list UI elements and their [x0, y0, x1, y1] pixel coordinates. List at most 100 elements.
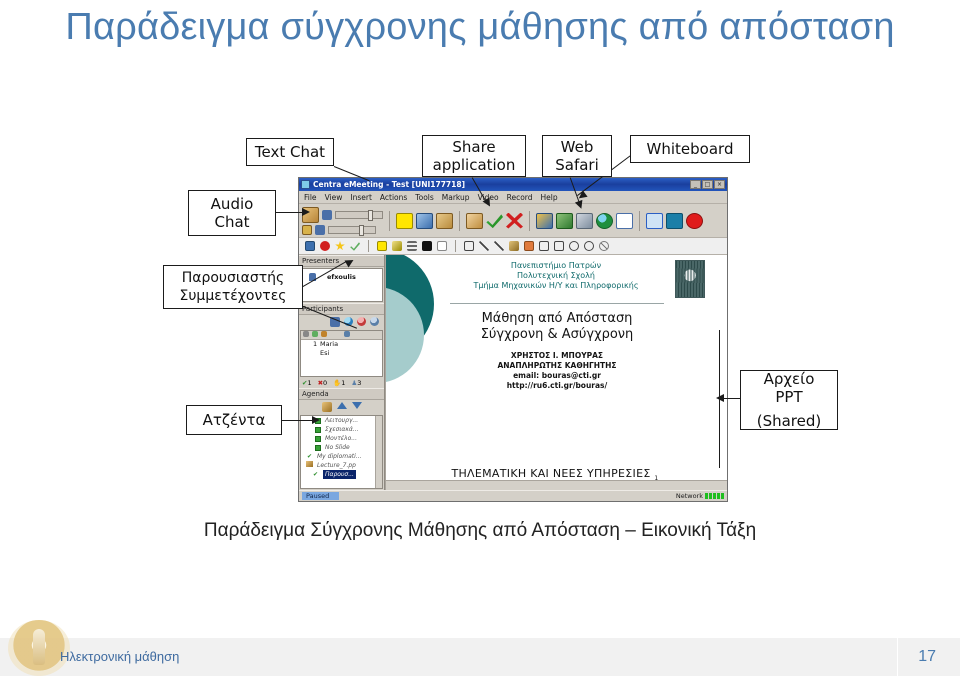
mic-volume-slider[interactable]	[328, 224, 376, 236]
markup-toolbar[interactable]	[299, 238, 727, 255]
checkmark-icon[interactable]	[350, 242, 360, 251]
slide-heading: Μάθηση από Απόσταση Σύγχρονη & Ασύγχρονη	[450, 311, 664, 343]
agenda-item-3[interactable]: Μοντέλο...	[301, 434, 382, 443]
callout-ppt-line-1: Αρχείο	[763, 370, 815, 388]
save-icon[interactable]	[305, 241, 315, 251]
speaker-volume-slider[interactable]	[335, 209, 383, 221]
agenda-move-up-icon[interactable]	[336, 402, 347, 409]
app-share-2-icon[interactable]	[576, 212, 593, 229]
participant-hand-icon[interactable]	[357, 317, 366, 326]
application-share-icon[interactable]	[536, 212, 553, 229]
window-body: Presenters efxoulis Participants 1 Maria…	[299, 255, 727, 490]
video-icon[interactable]	[646, 212, 663, 229]
pencil-tool-icon[interactable]	[509, 241, 519, 251]
highlight-icon[interactable]	[377, 241, 387, 251]
pause-icon[interactable]	[666, 212, 683, 229]
share-application-icon[interactable]	[556, 212, 573, 229]
agenda-list[interactable]: Λειτουργ... Σχεσιακά... Μοντέλο... No Sl…	[300, 415, 383, 489]
presenters-list[interactable]: efxoulis	[300, 268, 383, 302]
callout-audio-chat-line-1: Audio	[210, 195, 254, 213]
fill-white-icon[interactable]	[437, 241, 447, 251]
line-style-icon[interactable]	[407, 241, 417, 251]
raise-hand-icon[interactable]	[396, 212, 413, 229]
whiteboard-icon[interactable]	[616, 212, 633, 229]
agenda-item-2[interactable]: Σχεσιακά...	[301, 425, 382, 434]
circle-tool-icon[interactable]	[584, 241, 594, 251]
speaker-icon[interactable]	[322, 209, 332, 220]
menu-item-file[interactable]: File	[304, 193, 317, 202]
share-screen-icon[interactable]	[416, 212, 433, 229]
participant-row-2[interactable]: Esi	[301, 349, 382, 358]
maximize-icon[interactable]: □	[702, 180, 713, 189]
author-url: http://ru6.cti.gr/bouras/	[506, 381, 608, 390]
rectangle-filled-icon[interactable]	[539, 241, 549, 251]
window-controls[interactable]: _ □ ×	[690, 180, 725, 189]
menu-item-markup[interactable]: Markup	[442, 193, 470, 202]
status-counts: ✔1 ✖0 ✋1 ♟3	[299, 378, 384, 388]
star-icon[interactable]	[335, 241, 345, 251]
no-entry-icon[interactable]	[599, 241, 609, 251]
participants-list[interactable]: 1 Maria Esi	[300, 330, 383, 377]
menu-item-view[interactable]: View	[325, 193, 343, 202]
author-title: ΑΝΑΠΛΗΡΩΤΗΣ ΚΑΘΗΓΗΤΗΣ	[497, 361, 617, 370]
menu-item-help[interactable]: Help	[541, 193, 558, 202]
agenda-item-7[interactable]: ✔ Παρουσ...	[301, 470, 382, 479]
menu-item-tools[interactable]: Tools	[415, 193, 433, 202]
markup-separator-2	[455, 240, 456, 252]
callout-text-chat: Text Chat	[246, 138, 334, 166]
page-title: Παράδειγμα σύγχρονης μάθησης από απόστασ…	[65, 6, 895, 48]
status-state: Paused	[302, 492, 340, 500]
centra-emeeting-window[interactable]: Centra eMeeting - Test [UNI177718] _ □ ×…	[298, 177, 728, 502]
column-person-icon	[344, 331, 350, 337]
leader-agenda	[282, 420, 314, 422]
stage-horizontal-scrollbar[interactable]	[386, 480, 727, 490]
record-icon[interactable]	[686, 212, 703, 229]
arrow-tool-icon[interactable]	[494, 241, 504, 251]
fill-black-icon[interactable]	[422, 241, 432, 251]
agenda-folder-icon[interactable]	[321, 402, 332, 412]
column-pencil-icon	[303, 331, 309, 337]
agenda-move-down-icon[interactable]	[351, 402, 362, 409]
microphone-icon[interactable]	[315, 224, 325, 235]
record-dot-icon[interactable]	[320, 241, 330, 251]
participant-person-icon[interactable]	[370, 317, 379, 326]
window-titlebar[interactable]: Centra eMeeting - Test [UNI177718] _ □ ×	[299, 178, 727, 191]
participant-row-1[interactable]: 1 Maria	[301, 340, 382, 349]
menu-item-insert[interactable]: Insert	[350, 193, 372, 202]
agenda-label: Agenda	[299, 388, 384, 400]
agenda-scrollbar[interactable]	[375, 416, 382, 488]
hand-icon[interactable]	[466, 212, 483, 229]
text-tool-icon[interactable]	[464, 241, 474, 251]
slide-icon[interactable]	[436, 212, 453, 229]
shared-slide-stage[interactable]: Πανεπιστήμιο Πατρών Πολυτεχνική Σχολή Τμ…	[385, 255, 727, 490]
minimize-icon[interactable]: _	[690, 180, 701, 189]
callout-ppt-line-4: (Shared)	[756, 412, 822, 430]
statusbar: Paused Network	[299, 490, 727, 501]
web-safari-globe-icon[interactable]	[596, 212, 613, 229]
callout-presenters-line-1: Παρουσιαστής	[181, 270, 285, 286]
circle-filled-icon[interactable]	[569, 241, 579, 251]
eraser-tool-icon[interactable]	[524, 241, 534, 251]
agenda-toolbar[interactable]	[299, 400, 384, 414]
column-check-icon	[312, 331, 318, 337]
agenda-item-5[interactable]: ✔ My diplomati...	[301, 452, 382, 461]
line-tool-icon[interactable]	[479, 241, 489, 251]
menu-item-record[interactable]: Record	[507, 193, 533, 202]
rectangle-tool-icon[interactable]	[554, 241, 564, 251]
yes-check-icon[interactable]	[486, 214, 503, 229]
footer-label: Ηλεκτρονική μάθηση	[60, 649, 180, 664]
agenda-item-6[interactable]: Lecture_7.pp	[301, 461, 382, 470]
no-cross-icon[interactable]	[506, 212, 523, 229]
close-icon[interactable]: ×	[714, 180, 725, 189]
callout-presenters: Παρουσιαστής Συμμετέχοντες	[163, 265, 303, 309]
agenda-folder-open-icon	[306, 461, 313, 467]
agenda-item-4[interactable]: No Slide	[301, 443, 382, 452]
menu-item-actions[interactable]: Actions	[380, 193, 407, 202]
marker-icon[interactable]	[392, 241, 402, 251]
lock-icon[interactable]	[302, 224, 312, 235]
count-yes: ✔1	[302, 379, 312, 387]
main-toolbar[interactable]	[299, 204, 727, 238]
menubar[interactable]: File View Insert Actions Tools Markup Vi…	[299, 191, 727, 204]
participant-number-1: 1	[313, 340, 318, 348]
count-hands: ✋1	[333, 379, 346, 387]
